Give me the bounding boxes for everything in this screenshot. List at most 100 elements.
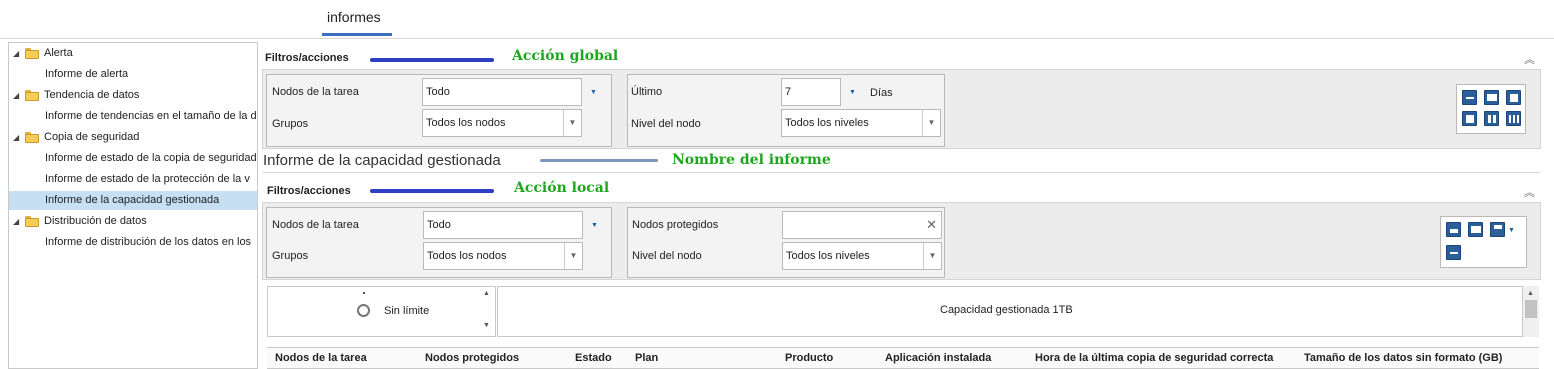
chevron-down-icon[interactable]: ▼ <box>922 110 940 136</box>
expand-triangle-icon[interactable]: ◢ <box>13 86 19 105</box>
header-divider <box>0 38 1554 39</box>
tree-label: Alerta <box>44 47 73 59</box>
expand-triangle-icon[interactable]: ◢ <box>13 212 19 231</box>
folder-icon <box>25 132 39 143</box>
local-protegidos-label: Nodos protegidos <box>632 219 719 231</box>
sin-limite-radio[interactable] <box>357 304 370 317</box>
folder-icon <box>25 216 39 227</box>
report-divider <box>262 172 1541 173</box>
global-nivel-select[interactable]: Todos los niveles ▼ <box>781 109 941 137</box>
local-annotation-line <box>370 189 494 193</box>
capacity-label: Capacidad gestionada 1TB <box>940 304 1073 316</box>
local-nivel-select[interactable]: Todos los niveles ▼ <box>782 242 942 270</box>
local-nodos-label: Nodos de la tarea <box>272 219 359 231</box>
layout-single-icon[interactable] <box>1462 111 1477 126</box>
tree-item-informe-alerta[interactable]: Informe de alerta <box>9 65 257 84</box>
tree-item-informe-estado-copia[interactable]: Informe de estado de la copia de segurid… <box>9 149 257 168</box>
collapse-local-icon[interactable]: ︽ <box>1524 184 1535 200</box>
tree-label: Informe de alerta <box>45 68 129 80</box>
tab-informes[interactable]: informes <box>327 9 381 25</box>
table-header: Nodos de la tarea Nodos protegidos Estad… <box>267 347 1539 369</box>
expand-triangle-icon[interactable]: ◢ <box>13 128 19 147</box>
global-ultimo-label: Último <box>631 86 663 98</box>
global-nivel-value: Todos los niveles <box>785 117 869 129</box>
col-tamano-datos[interactable]: Tamaño de los datos sin formato (GB) <box>1304 352 1502 364</box>
col-estado[interactable]: Estado <box>575 352 612 364</box>
global-grupos-value: Todos los nodos <box>426 117 506 129</box>
collapse-global-icon[interactable]: ︽ <box>1524 51 1535 67</box>
global-grupos-select[interactable]: Todos los nodos ▼ <box>422 109 582 137</box>
local-grupos-select[interactable]: Todos los nodos ▼ <box>423 242 583 270</box>
email-icon[interactable] <box>1468 222 1483 237</box>
tree-folder-tendencia[interactable]: ◢ Tendencia de datos <box>9 86 257 105</box>
tree-label: Informe de tendencias en el tamaño de la… <box>45 110 257 122</box>
dot-marker <box>363 292 365 294</box>
local-grupos-value: Todos los nodos <box>427 250 507 262</box>
scroll-down-icon[interactable]: ▼ <box>483 322 490 329</box>
local-annotation: Acción local <box>514 180 610 196</box>
scroll-thumb[interactable] <box>1525 300 1537 318</box>
local-grupos-label: Grupos <box>272 250 309 262</box>
local-nodos-dropdown-icon[interactable]: ▼ <box>591 222 598 229</box>
tree-folder-copia[interactable]: ◢ Copia de seguridad <box>9 128 257 147</box>
global-ultimo-dropdown-icon[interactable]: ▼ <box>849 89 856 96</box>
report-tree[interactable]: ◢ Alerta Informe de alerta ◢ Tendencia d… <box>8 42 258 369</box>
export-icon[interactable] <box>1506 90 1521 105</box>
limit-selector[interactable] <box>267 286 496 337</box>
tree-folder-alerta[interactable]: ◢ Alerta <box>9 44 257 63</box>
refresh-icon[interactable] <box>1446 245 1461 260</box>
global-annotation: Acción global <box>512 48 619 64</box>
report-title: Informe de la capacidad gestionada <box>263 152 501 169</box>
local-filters-label[interactable]: Filtros/acciones <box>267 185 351 197</box>
col-nodos-protegidos[interactable]: Nodos protegidos <box>425 352 519 364</box>
layout-three-column-icon[interactable] <box>1506 111 1521 126</box>
sin-limite-label: Sin límite <box>384 305 430 317</box>
global-nodos-input[interactable]: Todo <box>422 78 582 106</box>
global-nodos-dropdown-icon[interactable]: ▼ <box>590 89 597 96</box>
refresh-icon[interactable] <box>1462 90 1477 105</box>
layout-two-column-icon[interactable] <box>1484 111 1499 126</box>
tree-item-informe-tendencias[interactable]: Informe de tendencias en el tamaño de la… <box>9 107 257 126</box>
global-dias-label: Días <box>870 87 893 99</box>
global-annotation-line <box>370 58 494 62</box>
chevron-down-icon[interactable]: ▼ <box>563 110 581 136</box>
global-ultimo-input[interactable]: 7 <box>781 78 841 106</box>
tab-active-indicator <box>322 33 392 36</box>
scroll-up-icon[interactable]: ▲ <box>1527 290 1534 297</box>
global-nivel-label: Nivel del nodo <box>631 118 701 130</box>
report-annotation-line <box>540 159 658 162</box>
tree-label: Informe de distribución de los datos en … <box>45 236 252 248</box>
local-nivel-value: Todos los niveles <box>786 250 870 262</box>
col-nodos-tarea[interactable]: Nodos de la tarea <box>275 352 367 364</box>
tree-label: Copia de seguridad <box>44 131 140 143</box>
tree-item-informe-capacidad[interactable]: Informe de la capacidad gestionada <box>9 191 257 210</box>
tree-label: Distribución de datos <box>44 215 147 227</box>
col-hora-ultima-copia[interactable]: Hora de la última copia de seguridad cor… <box>1035 352 1273 364</box>
chevron-down-icon[interactable]: ▼ <box>564 243 582 269</box>
global-grupos-label: Grupos <box>272 118 309 130</box>
tree-folder-distribucion[interactable]: ◢ Distribución de datos <box>9 212 257 231</box>
local-nodos-input[interactable]: Todo <box>423 211 583 239</box>
col-aplicacion[interactable]: Aplicación instalada <box>885 352 991 364</box>
global-nodos-label: Nodos de la tarea <box>272 86 359 98</box>
col-producto[interactable]: Producto <box>785 352 833 364</box>
save-dropdown-icon[interactable]: ▼ <box>1508 227 1515 234</box>
expand-triangle-icon[interactable]: ◢ <box>13 44 19 63</box>
save-icon[interactable] <box>1490 222 1505 237</box>
tree-label: Informe de estado de la copia de segurid… <box>45 152 257 164</box>
tree-item-informe-estado-proteccion[interactable]: Informe de estado de la protección de la… <box>9 170 257 189</box>
email-icon[interactable] <box>1484 90 1499 105</box>
folder-icon <box>25 48 39 59</box>
col-plan[interactable]: Plan <box>635 352 658 364</box>
global-filters-label[interactable]: Filtros/acciones <box>265 52 349 64</box>
tree-label: Informe de estado de la protección de la… <box>45 173 250 185</box>
local-protegidos-input[interactable]: ✕ <box>782 211 942 239</box>
scroll-up-icon[interactable]: ▲ <box>483 290 490 297</box>
tree-label: Informe de la capacidad gestionada <box>45 194 220 206</box>
local-nivel-label: Nivel del nodo <box>632 250 702 262</box>
print-icon[interactable] <box>1446 222 1461 237</box>
clear-icon[interactable]: ✕ <box>926 212 937 238</box>
tree-label: Tendencia de datos <box>44 89 140 101</box>
chevron-down-icon[interactable]: ▼ <box>923 243 941 269</box>
tree-item-informe-distribucion[interactable]: Informe de distribución de los datos en … <box>9 233 257 252</box>
